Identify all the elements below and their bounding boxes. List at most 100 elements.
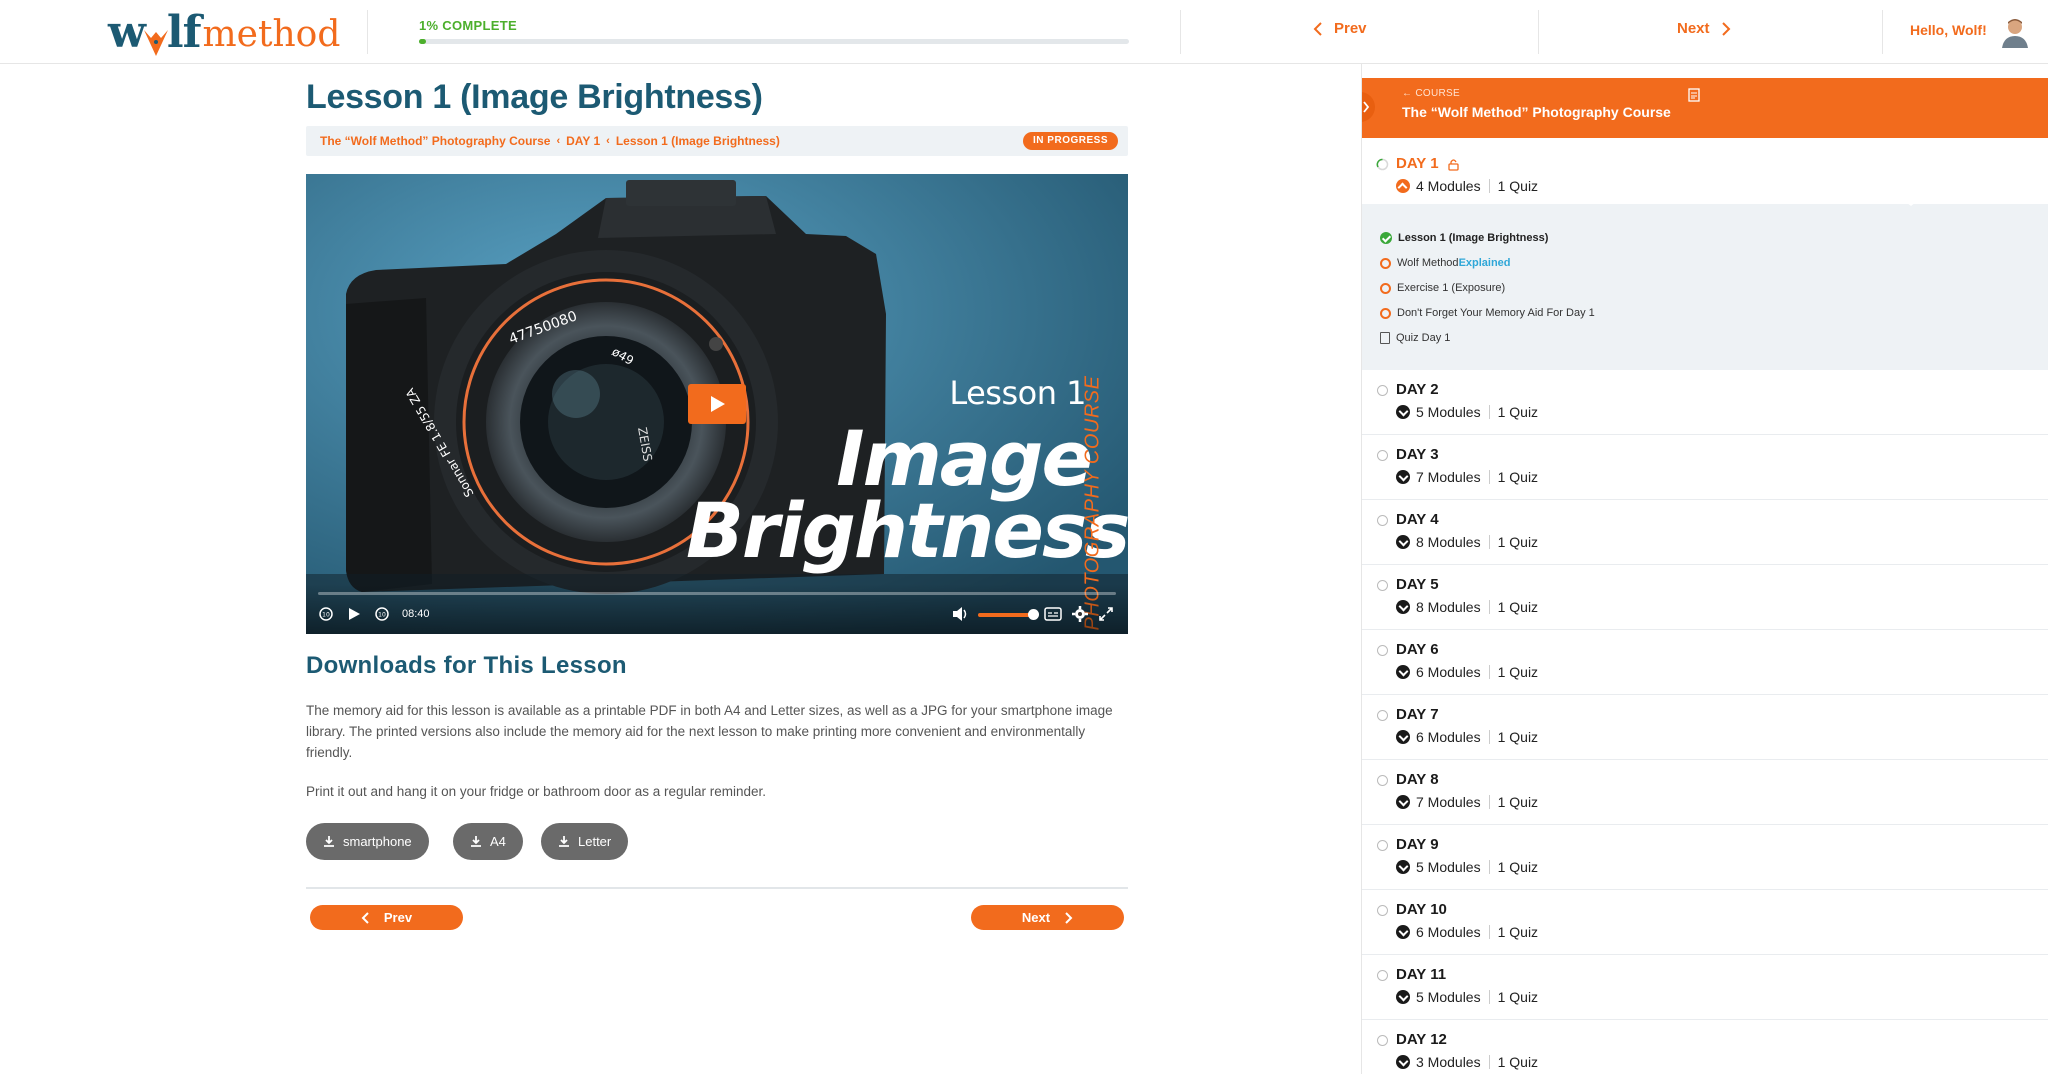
meta-divider [1488, 179, 1490, 193]
sidebar-course-title[interactable]: The “Wolf Method” Photography Course [1402, 104, 1671, 120]
check-circle-icon [1380, 232, 1392, 244]
expand-icon[interactable] [1396, 795, 1410, 809]
fullscreen-icon[interactable] [1098, 606, 1114, 622]
module-quiz-day-1[interactable]: Quiz Day 1 [1380, 332, 1450, 344]
sidebar-day-9[interactable]: DAY 9 5 Modules 1 Quiz [1362, 825, 2048, 890]
forward-icon[interactable]: 10 [374, 606, 390, 622]
module-wolf-method-explained[interactable]: Wolf MethodExplained [1380, 257, 1511, 269]
sidebar-day-3[interactable]: DAY 3 7 Modules 1 Quiz [1362, 435, 2048, 500]
header-divider [367, 10, 368, 54]
module-label-highlight: Explained [1458, 257, 1511, 269]
download-letter-label: Letter [578, 834, 612, 849]
sidebar-day-4[interactable]: DAY 4 8 Modules 1 Quiz [1362, 500, 2048, 565]
expand-icon[interactable] [1396, 600, 1410, 614]
incomplete-circle-icon [1380, 257, 1391, 269]
sidebar-day-6[interactable]: DAY 6 6 Modules 1 Quiz [1362, 630, 2048, 695]
status-circle-icon [1377, 840, 1388, 851]
sidebar-day-5[interactable]: DAY 5 8 Modules 1 Quiz [1362, 565, 2048, 630]
status-circle-icon [1377, 580, 1388, 591]
day-name: DAY 7 [1396, 706, 1439, 723]
day-name: DAY 2 [1396, 381, 1439, 398]
breadcrumb-course[interactable]: The “Wolf Method” Photography Course [320, 134, 550, 148]
footer-next-button[interactable]: Next [971, 905, 1124, 930]
day-1-name: DAY 1 [1396, 155, 1439, 172]
expand-icon[interactable] [1396, 925, 1410, 939]
breadcrumb-lesson[interactable]: Lesson 1 (Image Brightness) [616, 134, 780, 148]
day-quiz-count: 1 Quiz [1497, 729, 1539, 745]
module-memory-aid[interactable]: Don't Forget Your Memory Aid For Day 1 [1380, 307, 1595, 319]
sidebar-toggle[interactable] [1362, 92, 1375, 122]
module-lesson-1[interactable]: Lesson 1 (Image Brightness) [1380, 232, 1548, 244]
download-a4-label: A4 [490, 834, 506, 849]
document-icon[interactable] [1688, 88, 1700, 102]
incomplete-circle-icon [1380, 282, 1391, 294]
day-name: DAY 11 [1396, 966, 1447, 983]
video-time: 08:40 [402, 608, 430, 620]
avatar[interactable] [2000, 16, 2030, 48]
day-modules: 8 Modules [1416, 534, 1481, 550]
footer-prev-button[interactable]: Prev [310, 905, 463, 930]
expand-icon[interactable] [1396, 405, 1410, 419]
user-greeting[interactable]: Hello, Wolf! [1910, 22, 1987, 38]
expand-icon[interactable] [1396, 535, 1410, 549]
header-next-button[interactable]: Next [1677, 20, 1732, 37]
sidebar-day-10[interactable]: DAY 10 6 Modules 1 Quiz [1362, 890, 2048, 955]
breadcrumb-day[interactable]: DAY 1 [566, 134, 600, 148]
expand-icon[interactable] [1396, 730, 1410, 744]
sidebar-day-2[interactable]: DAY 2 5 Modules 1 Quiz [1362, 370, 2048, 435]
rewind-icon[interactable]: 10 [318, 606, 334, 622]
meta-divider [1488, 405, 1490, 419]
download-a4-button[interactable]: A4 [453, 823, 523, 860]
day-quiz-count: 1 Quiz [1497, 989, 1539, 1005]
day-name: DAY 5 [1396, 576, 1439, 593]
video-play-overlay-button[interactable] [688, 384, 746, 424]
expand-icon[interactable] [1396, 665, 1410, 679]
lens-brand-text: ZEISS [635, 426, 655, 462]
module-exercise-1[interactable]: Exercise 1 (Exposure) [1380, 282, 1505, 294]
volume-knob[interactable] [1028, 609, 1039, 620]
sidebar-day-12[interactable]: DAY 12 3 Modules 1 Quiz [1362, 1020, 2048, 1074]
top-header: w lf method 1% COMPLETE Prev Next Hello,… [0, 0, 2048, 64]
header-divider [1882, 10, 1883, 54]
sidebar-day-8[interactable]: DAY 8 7 Modules 1 Quiz [1362, 760, 2048, 825]
volume-slider[interactable] [978, 613, 1034, 617]
progress-ring-icon [1376, 158, 1389, 171]
back-to-course-link[interactable]: ← COURSE [1402, 88, 1460, 99]
sidebar-day-7[interactable]: DAY 7 6 Modules 1 Quiz [1362, 695, 2048, 760]
lens-filter-text: ø49 [610, 344, 637, 367]
wolf-method-logo[interactable]: w lf method [108, 8, 340, 58]
module-label: Quiz Day 1 [1396, 332, 1451, 344]
svg-text:10: 10 [378, 612, 386, 619]
collapse-icon[interactable] [1396, 179, 1410, 193]
status-circle-icon [1377, 775, 1388, 786]
expand-icon[interactable] [1396, 470, 1410, 484]
expand-icon[interactable] [1396, 1055, 1410, 1069]
volume-icon[interactable] [952, 606, 970, 622]
expand-icon[interactable] [1396, 990, 1410, 1004]
video-seek-bar[interactable] [318, 592, 1116, 595]
settings-icon[interactable] [1072, 606, 1088, 622]
breadcrumb-separator: ‹ [556, 135, 561, 147]
video-player[interactable]: Lesson 1 Image Brightness PHOTOGRAPHY CO… [306, 174, 1128, 634]
sidebar-day-11[interactable]: DAY 11 5 Modules 1 Quiz [1362, 955, 2048, 1020]
captions-icon[interactable] [1044, 606, 1062, 622]
header-divider [1180, 10, 1181, 54]
download-smartphone-button[interactable]: smartphone [306, 823, 429, 860]
chevron-left-icon [361, 911, 369, 924]
logo-lf: lf [166, 7, 202, 58]
status-circle-icon [1377, 1035, 1388, 1046]
breadcrumb-separator: ‹ [606, 135, 610, 147]
header-next-label: Next [1677, 20, 1710, 37]
download-letter-button[interactable]: Letter [541, 823, 629, 860]
day-modules: 5 Modules [1416, 859, 1481, 875]
chevron-right-icon [1363, 101, 1370, 113]
chevron-right-icon [1721, 21, 1730, 36]
day-name: DAY 4 [1396, 511, 1439, 528]
expand-icon[interactable] [1396, 860, 1410, 874]
play-icon[interactable] [346, 606, 362, 622]
module-label: Exercise 1 (Exposure) [1397, 282, 1506, 294]
module-label: Don't Forget Your Memory Aid For Day 1 [1397, 307, 1595, 319]
sidebar-day-1[interactable]: DAY 1 4 Modules 1 Quiz [1362, 144, 2048, 208]
header-prev-button[interactable]: Prev [1312, 20, 1367, 37]
day-name: DAY 8 [1396, 771, 1439, 788]
